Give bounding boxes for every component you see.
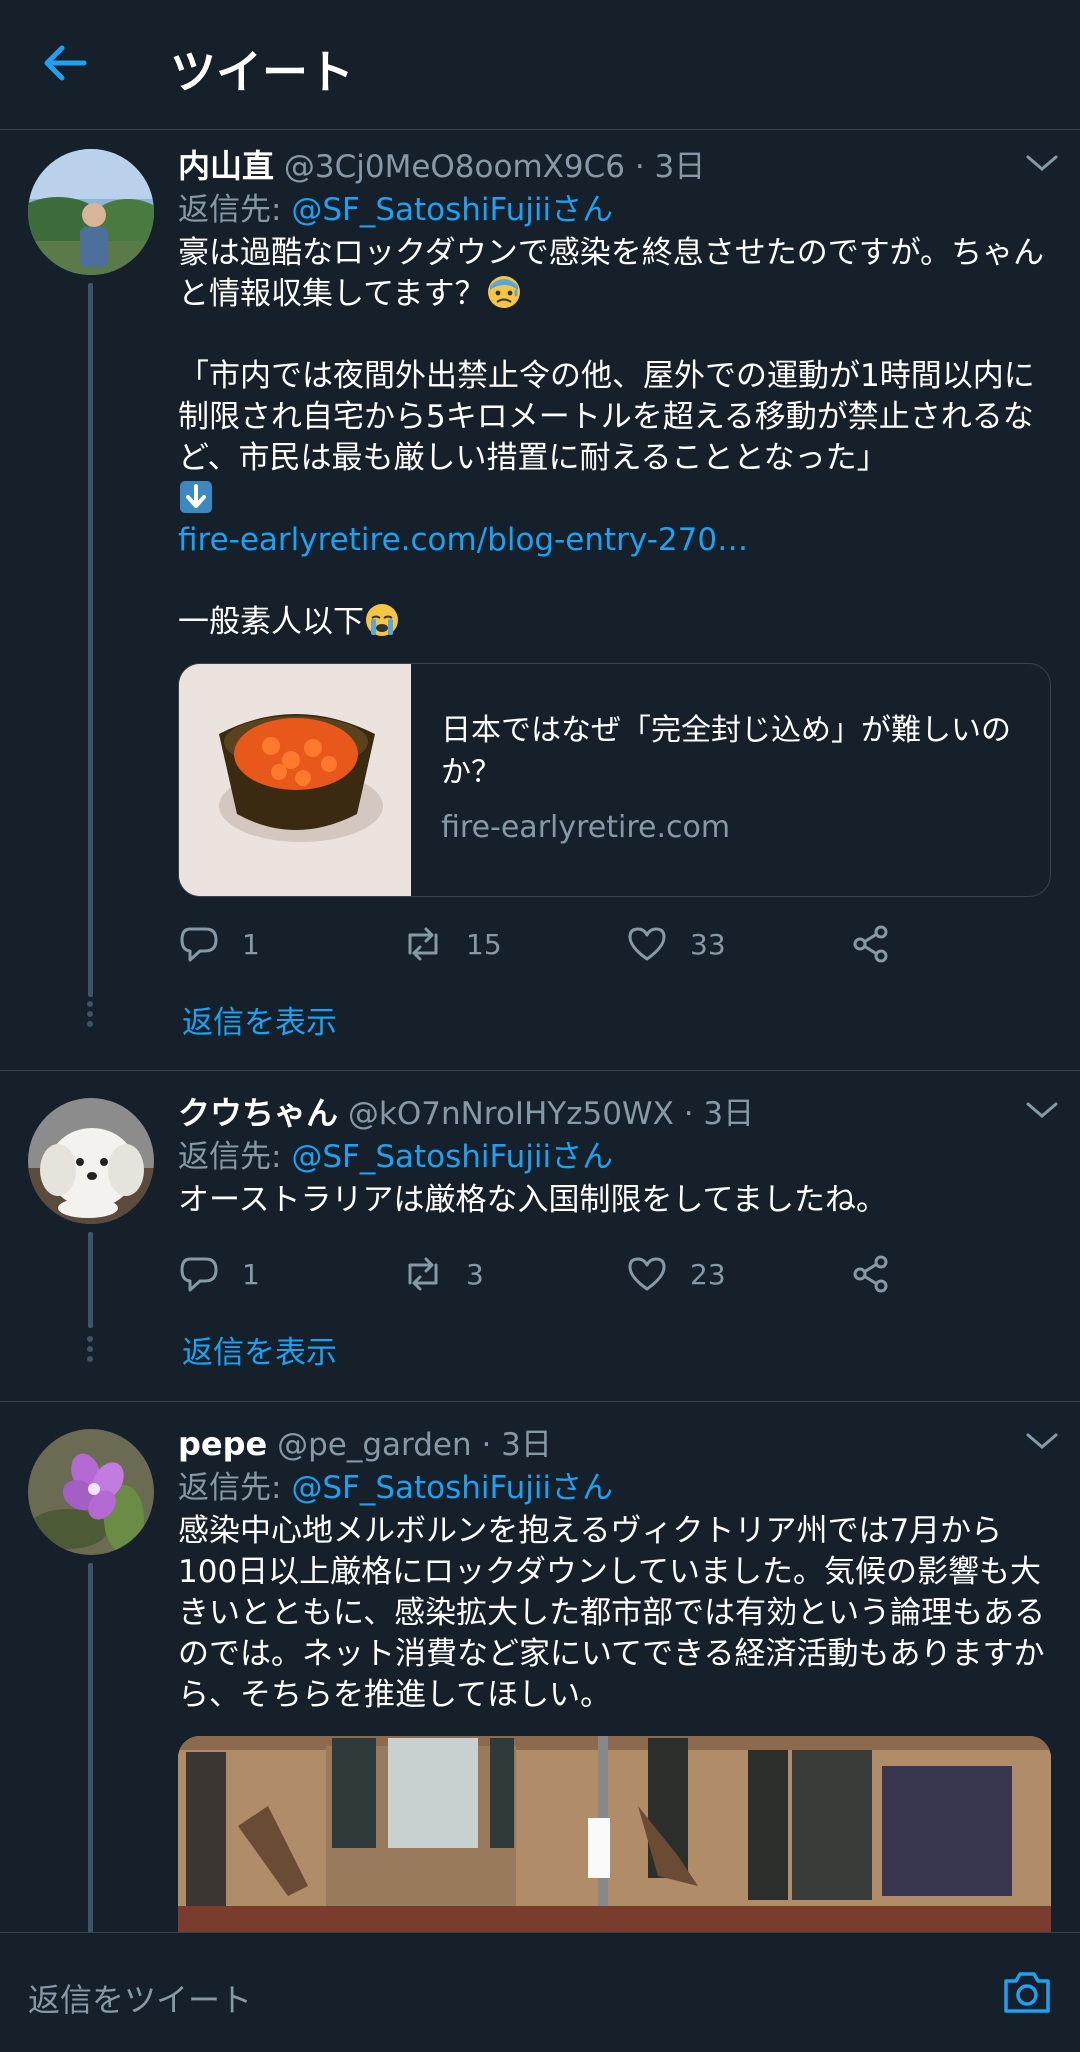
reply-count: 1 xyxy=(242,927,260,961)
retweet-count: 15 xyxy=(466,927,502,961)
tweet-actions: 1 3 23 xyxy=(178,1253,938,1303)
card-thumbnail xyxy=(179,664,411,896)
retweet-button[interactable]: 15 xyxy=(402,923,502,965)
share-button[interactable] xyxy=(850,1253,892,1295)
reply-to: 返信先: @SF_SatoshiFujiiさん xyxy=(178,1470,614,1506)
reply-to: 返信先: @SF_SatoshiFujiiさん xyxy=(178,192,614,228)
back-arrow-icon[interactable] xyxy=(40,38,90,88)
card-domain: fire-earlyretire.com xyxy=(441,810,731,845)
like-button[interactable]: 23 xyxy=(626,1253,726,1295)
display-name[interactable]: クウちゃん xyxy=(178,1094,338,1132)
tweet-meta: クウちゃん @kO7nNroIHYz50WX · 3日 xyxy=(178,1092,1050,1134)
thread-dots xyxy=(87,1336,94,1366)
tweet-text: 感染中心地メルボルンを抱えるヴィクトリア州では7月から100日以上厳格にロックダ… xyxy=(178,1513,1046,1713)
camera-icon[interactable] xyxy=(1002,1969,1052,2015)
like-count: 23 xyxy=(690,1257,726,1291)
reply-to-handle[interactable]: @SF_SatoshiFujiiさん xyxy=(291,1470,613,1506)
anxious-face-emoji-icon xyxy=(487,276,520,308)
avatar[interactable] xyxy=(28,1429,154,1555)
chevron-down-icon[interactable] xyxy=(1024,1429,1060,1453)
reply-composer[interactable]: 返信をツイート xyxy=(0,1932,1080,2052)
reply-button[interactable]: 1 xyxy=(178,1253,260,1295)
like-count: 33 xyxy=(690,927,726,961)
display-name[interactable]: pepe xyxy=(178,1425,267,1463)
thread-line xyxy=(88,283,93,997)
top-bar: ツイート xyxy=(0,0,1080,130)
timestamp: · 3日 xyxy=(634,149,706,185)
reply-icon xyxy=(180,927,218,962)
reply-button[interactable]: 1 xyxy=(178,923,260,965)
tweet-text: 豪は過酷なロックダウンで感染を終息させたのですが。ちゃんと情報収集してます？ xyxy=(178,235,1045,312)
share-icon xyxy=(853,925,888,963)
tweet-actions: 1 15 33 xyxy=(178,923,938,973)
card-title: 日本ではなぜ「完全封じ込め」が難しいのか？ xyxy=(441,713,1011,790)
heart-icon xyxy=(628,927,666,961)
show-replies-link[interactable]: 返信を表示 xyxy=(182,1327,337,1372)
reply-count: 1 xyxy=(242,1257,260,1291)
retweet-button[interactable]: 3 xyxy=(402,1253,484,1295)
crying-face-emoji-icon xyxy=(366,604,398,636)
tweet-photo[interactable] xyxy=(178,1736,1051,1932)
user-handle[interactable]: @kO7nNroIHYz50WX xyxy=(348,1096,674,1132)
thread-line xyxy=(88,1232,93,1328)
reply-input[interactable]: 返信をツイート xyxy=(28,1975,252,2021)
share-icon xyxy=(853,1255,888,1293)
link-card[interactable]: 日本ではなぜ「完全封じ込め」が難しいのか？ fire-earlyretire.c… xyxy=(178,663,1051,897)
avatar[interactable] xyxy=(28,1098,154,1224)
tweet-text-end: 一般素人以下 xyxy=(178,602,1050,643)
reply-to: 返信先: @SF_SatoshiFujiiさん xyxy=(178,1139,614,1175)
tweet[interactable]: クウちゃん @kO7nNroIHYz50WX · 3日 返信先: @SF_Sat… xyxy=(0,1072,1080,1402)
like-button[interactable]: 33 xyxy=(626,923,726,965)
display-name[interactable]: 内山直 xyxy=(178,147,274,185)
tweet[interactable]: 内山直 @3Cj0MeO8oomX9C6 · 3日 返信先: @SF_Satos… xyxy=(0,131,1080,1071)
tweet-link[interactable]: fire-earlyretire.com/blog-entry-270… xyxy=(178,520,1050,561)
chevron-down-icon[interactable] xyxy=(1024,1098,1060,1122)
tweet-quote: 「市内では夜間外出禁止令の他、屋外での運動が1時間以内に制限され自宅から5キロメ… xyxy=(178,358,1035,476)
thread-dots xyxy=(87,1001,94,1031)
show-replies-link[interactable]: 返信を表示 xyxy=(182,997,337,1042)
page-title: ツイート xyxy=(170,45,354,99)
user-handle[interactable]: @3Cj0MeO8oomX9C6 xyxy=(284,149,625,185)
retweet-icon xyxy=(408,1257,438,1291)
tweet-text: オーストラリアは厳格な入国制限をしてましたね。 xyxy=(178,1182,887,1218)
share-button[interactable] xyxy=(850,923,892,965)
timestamp: · 3日 xyxy=(481,1427,552,1463)
retweet-count: 3 xyxy=(466,1257,484,1291)
retweet-icon xyxy=(408,927,438,961)
heart-icon xyxy=(628,1257,666,1291)
timestamp: · 3日 xyxy=(683,1096,755,1132)
user-handle[interactable]: @pe_garden xyxy=(277,1427,472,1463)
avatar[interactable] xyxy=(28,149,154,275)
reply-icon xyxy=(180,1257,218,1292)
chevron-down-icon[interactable] xyxy=(1024,151,1060,175)
reply-to-handle[interactable]: @SF_SatoshiFujiiさん xyxy=(291,1139,613,1175)
tweet-meta: pepe @pe_garden · 3日 xyxy=(178,1423,1050,1465)
reply-to-handle[interactable]: @SF_SatoshiFujiiさん xyxy=(291,192,613,228)
thread-line xyxy=(88,1563,93,1933)
down-arrow-emoji-icon xyxy=(180,481,212,513)
tweet-meta: 内山直 @3Cj0MeO8oomX9C6 · 3日 xyxy=(178,145,1050,187)
